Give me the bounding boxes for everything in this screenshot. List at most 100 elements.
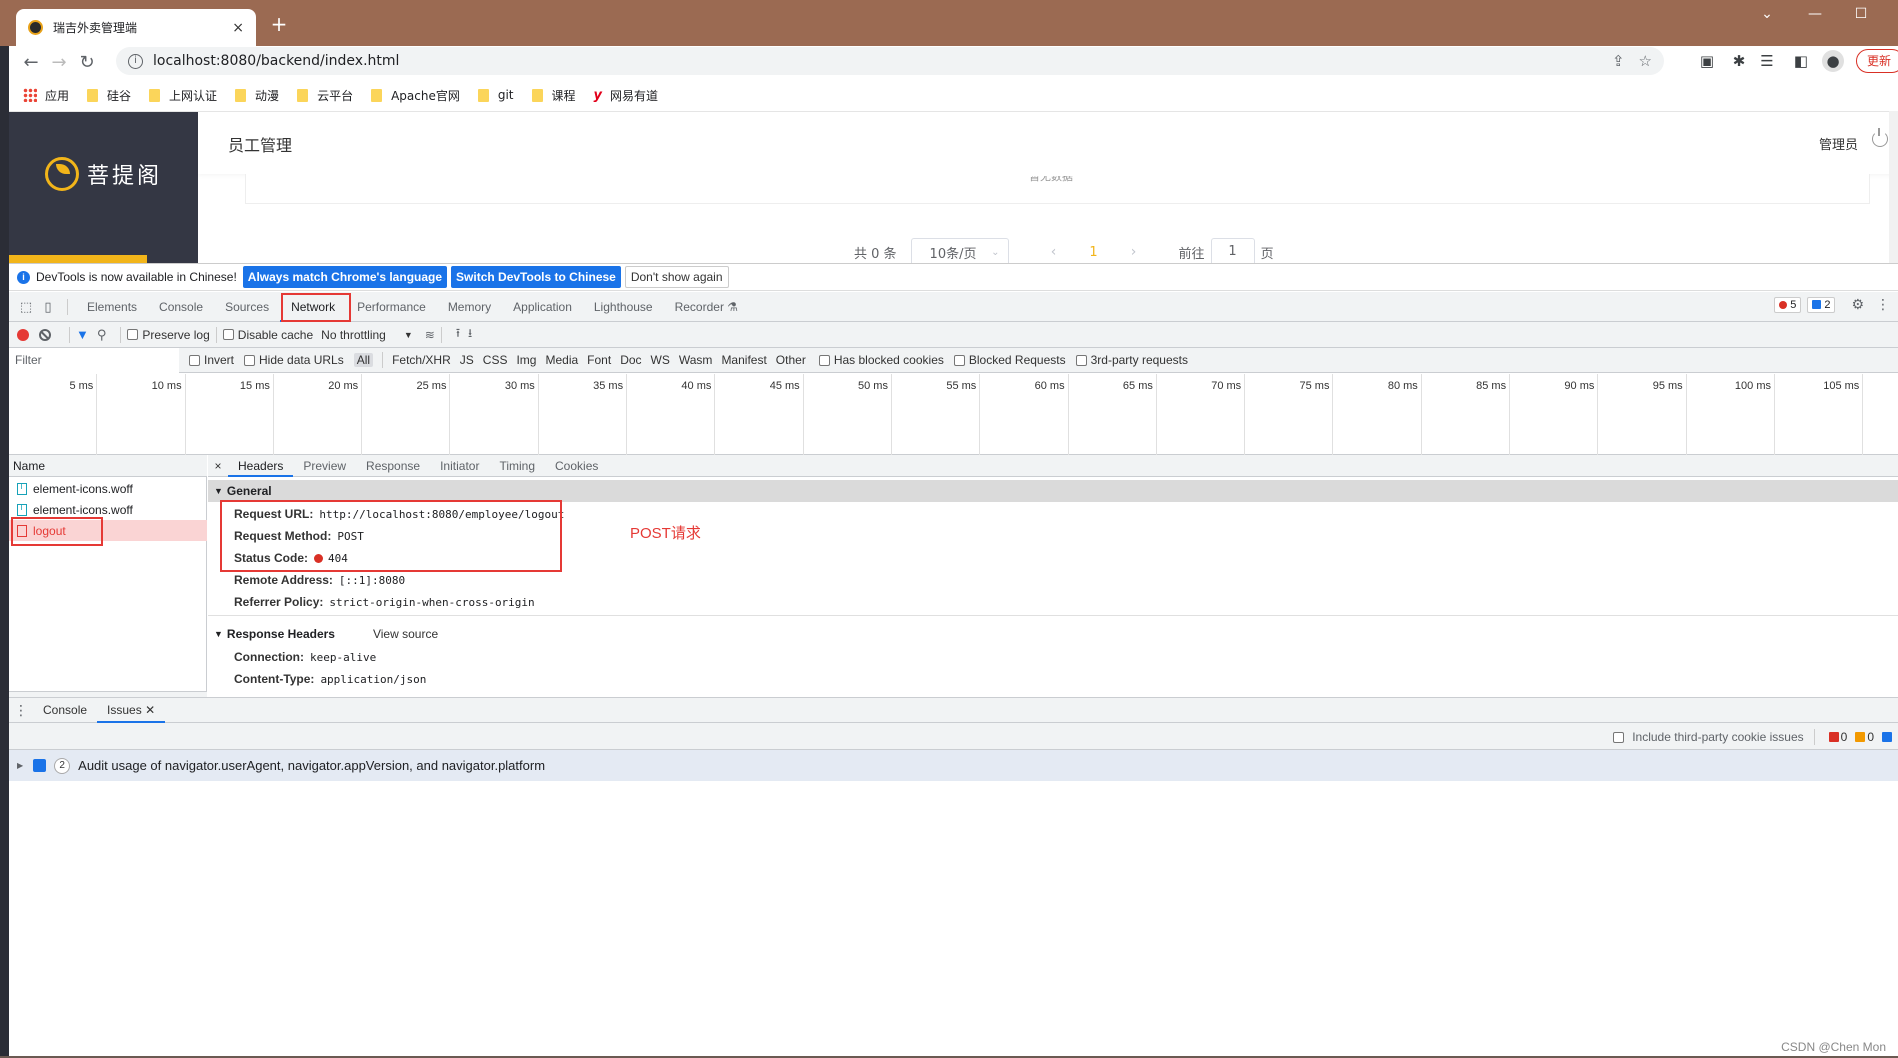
settings-gear-icon[interactable]: ⚙ bbox=[1851, 296, 1864, 313]
share-icon[interactable]: ⇪ bbox=[1612, 52, 1625, 70]
preserve-log-checkbox[interactable] bbox=[127, 329, 139, 340]
invert-checkbox[interactable]: Invert bbox=[189, 353, 234, 367]
search-icon[interactable]: ⚲ bbox=[97, 327, 107, 343]
request-row[interactable]: element-icons.woff bbox=[9, 478, 207, 499]
reload-icon[interactable]: ↻ bbox=[73, 52, 101, 73]
filter-type-doc[interactable]: Doc bbox=[617, 353, 644, 367]
prev-page-button[interactable]: ‹ bbox=[1039, 244, 1069, 260]
tab-recorder[interactable]: Recorder ⚗ bbox=[664, 292, 749, 322]
record-icon[interactable] bbox=[17, 328, 29, 341]
drawer-tab-issues[interactable]: Issues ✕ bbox=[97, 697, 166, 723]
blocked-requests-checkbox[interactable]: Blocked Requests bbox=[953, 353, 1066, 367]
close-details-icon[interactable]: × bbox=[208, 459, 228, 473]
filter-input[interactable]: Filter bbox=[9, 347, 179, 373]
extensions-puzzle-icon[interactable]: ✱ bbox=[1728, 52, 1750, 70]
dont-show-again-button[interactable]: Don't show again bbox=[624, 266, 729, 288]
tab-cookies[interactable]: Cookies bbox=[545, 455, 608, 477]
tab-initiator[interactable]: Initiator bbox=[430, 455, 489, 477]
bookmark-folder[interactable]: 云平台 bbox=[297, 87, 353, 104]
export-har-icon[interactable]: ⭳ bbox=[468, 324, 472, 345]
tab-search-icon[interactable]: ⌄ bbox=[1752, 6, 1782, 22]
issue-row[interactable]: ▶ 2 Audit usage of navigator.userAgent, … bbox=[9, 750, 1898, 781]
throttling-select[interactable]: No throttling bbox=[321, 328, 386, 342]
tab-close-icon[interactable]: × bbox=[232, 20, 244, 36]
include-third-party-checkbox[interactable] bbox=[1613, 731, 1625, 743]
chevron-down-icon[interactable]: ▼ bbox=[404, 330, 413, 340]
import-har-icon[interactable]: ⭱ bbox=[456, 324, 460, 345]
column-header-name[interactable]: Name bbox=[9, 455, 207, 477]
has-blocked-cookies-checkbox[interactable]: Has blocked cookies bbox=[818, 353, 944, 367]
filter-type-fetch-xhr[interactable]: Fetch/XHR bbox=[389, 353, 454, 367]
bookmark-folder[interactable]: git bbox=[477, 88, 514, 102]
tab-headers[interactable]: Headers bbox=[228, 455, 294, 477]
current-page[interactable]: 1 bbox=[1069, 245, 1119, 260]
bookmark-star-icon[interactable]: ☆ bbox=[1639, 52, 1652, 70]
filter-type-other[interactable]: Other bbox=[773, 353, 809, 367]
bookmark-folder[interactable]: 动漫 bbox=[235, 87, 279, 104]
inspect-element-icon[interactable]: ⬚ bbox=[15, 299, 37, 315]
third-party-checkbox[interactable]: 3rd-party requests bbox=[1075, 353, 1188, 367]
filter-type-font[interactable]: Font bbox=[584, 353, 614, 367]
tab-lighthouse[interactable]: Lighthouse bbox=[583, 292, 664, 322]
filter-type-img[interactable]: Img bbox=[513, 353, 539, 367]
device-toolbar-icon[interactable]: ▯ bbox=[37, 299, 59, 315]
tab-preview[interactable]: Preview bbox=[293, 455, 356, 477]
filter-funnel-icon[interactable]: ▼ bbox=[76, 327, 89, 342]
tab-response[interactable]: Response bbox=[356, 455, 430, 477]
sidebar-active-item[interactable] bbox=[9, 255, 147, 263]
switch-to-chinese-button[interactable]: Switch DevTools to Chinese bbox=[451, 266, 621, 288]
tab-sources[interactable]: Sources bbox=[214, 292, 280, 322]
filter-type-media[interactable]: Media bbox=[542, 353, 581, 367]
bookmark-folder[interactable]: 硅谷 bbox=[87, 87, 131, 104]
extension-icon[interactable]: ▣ bbox=[1696, 52, 1718, 70]
clear-icon[interactable] bbox=[39, 328, 51, 341]
tab-elements[interactable]: Elements bbox=[76, 292, 148, 322]
tab-performance[interactable]: Performance bbox=[346, 292, 437, 322]
filter-type-manifest[interactable]: Manifest bbox=[718, 353, 769, 367]
media-queue-icon[interactable]: ☰ bbox=[1756, 52, 1778, 70]
tab-timing[interactable]: Timing bbox=[489, 455, 545, 477]
minimize-button[interactable]: — bbox=[1800, 6, 1830, 22]
logout-power-icon[interactable] bbox=[1872, 128, 1888, 147]
back-icon[interactable]: ← bbox=[17, 52, 45, 73]
site-info-icon[interactable]: i bbox=[128, 53, 143, 69]
network-conditions-icon[interactable]: ≋ bbox=[425, 328, 435, 342]
maximize-button[interactable]: ☐ bbox=[1846, 6, 1876, 22]
filter-type-js[interactable]: JS bbox=[457, 353, 477, 367]
network-overview-timeline[interactable]: 5 ms 10 ms 15 ms 20 ms 25 ms 30 ms 35 ms 40 ms 4… bbox=[9, 374, 1898, 455]
bookmark-folder[interactable]: 上网认证 bbox=[149, 87, 217, 104]
page-scrollbar[interactable] bbox=[1889, 111, 1898, 263]
tab-application[interactable]: Application bbox=[502, 292, 583, 322]
drawer-tab-console[interactable]: Console bbox=[33, 697, 97, 723]
forward-icon[interactable]: → bbox=[45, 52, 73, 73]
bookmark-folder[interactable]: Apache官网 bbox=[371, 87, 460, 104]
side-panel-icon[interactable]: ◧ bbox=[1790, 52, 1812, 70]
view-source-link[interactable]: View source bbox=[373, 627, 438, 641]
next-page-button[interactable]: › bbox=[1119, 244, 1149, 260]
filter-type-ws[interactable]: WS bbox=[648, 353, 673, 367]
address-bar[interactable]: i localhost:8080/backend/index.html ⇪ ☆ bbox=[116, 47, 1664, 75]
message-count-badge[interactable]: 2 bbox=[1807, 296, 1836, 313]
triangle-right-icon[interactable]: ▶ bbox=[17, 761, 23, 770]
error-count-badge[interactable]: 5 bbox=[1774, 296, 1802, 313]
close-icon[interactable]: ✕ bbox=[145, 703, 155, 717]
tab-memory[interactable]: Memory bbox=[437, 292, 502, 322]
more-options-icon[interactable]: ⋮ bbox=[1876, 296, 1890, 313]
hide-data-urls-checkbox[interactable]: Hide data URLs bbox=[244, 353, 344, 367]
disable-cache-checkbox[interactable] bbox=[222, 329, 234, 340]
always-match-language-button[interactable]: Always match Chrome's language bbox=[242, 266, 448, 288]
bookmark-folder[interactable]: 课程 bbox=[531, 87, 576, 104]
update-button[interactable]: 更新 bbox=[1856, 49, 1898, 73]
filter-type-all[interactable]: All bbox=[353, 353, 374, 367]
url-text[interactable]: localhost:8080/backend/index.html bbox=[153, 53, 1598, 69]
page-size-select[interactable]: 10条/页 ⌄ bbox=[910, 238, 1009, 263]
new-tab-button[interactable]: + bbox=[268, 12, 290, 36]
bookmark-youdao[interactable]: y 网易有道 bbox=[594, 87, 659, 104]
goto-page-input[interactable]: 1 bbox=[1210, 238, 1255, 263]
general-section-header[interactable]: ▼ General bbox=[208, 480, 1898, 502]
browser-tab[interactable]: 瑞吉外卖管理端 × bbox=[16, 9, 256, 46]
response-headers-section-header[interactable]: ▼ Response Headers View source bbox=[208, 623, 1898, 645]
drawer-menu-icon[interactable]: ⋮ bbox=[9, 702, 33, 719]
filter-type-css[interactable]: CSS bbox=[480, 353, 511, 367]
filter-type-wasm[interactable]: Wasm bbox=[676, 353, 716, 367]
